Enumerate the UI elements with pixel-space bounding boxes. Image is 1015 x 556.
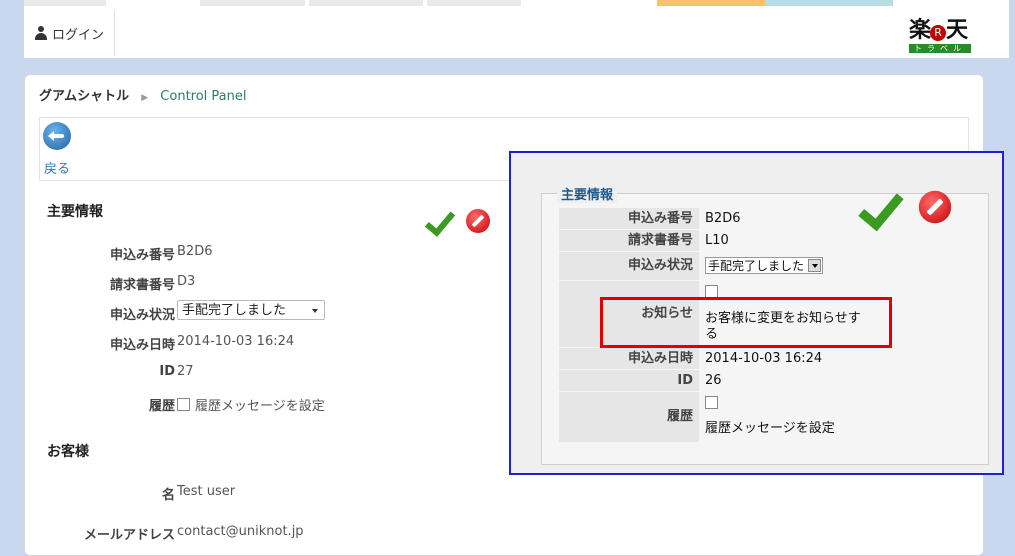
login-label: ログイン — [51, 27, 104, 43]
field-label: 申込み状況 — [109, 308, 175, 323]
login-button[interactable]: ログイン — [24, 10, 115, 56]
field-label: 申込み状況 — [559, 252, 699, 280]
status-select-value: 手配完了しました — [182, 303, 287, 318]
field-label: 請求書番号 — [559, 230, 699, 251]
breadcrumb-home[interactable]: グアムシャトル — [39, 89, 129, 104]
field-value: D3 — [177, 274, 196, 289]
field-value: 26 — [705, 373, 722, 388]
field-value: B2D6 — [177, 244, 213, 259]
field-row: 申込み状況 手配完了しました — [25, 300, 505, 324]
chevron-down-icon — [312, 309, 318, 313]
history-checkbox-wrap: 履歴メッセージを設定 — [177, 395, 325, 414]
logo-kanji-2: 天 — [946, 18, 968, 43]
status-select[interactable]: 手配完了しました — [177, 300, 325, 320]
fieldset-legend: 主要情報 — [557, 184, 618, 203]
user-icon — [34, 26, 48, 40]
field-row: 名 Test user — [25, 484, 505, 504]
field-row: メールアドレス contact@uniknot.jp — [25, 524, 505, 544]
nav-tab-5[interactable] — [657, 0, 765, 6]
breadcrumb: グアムシャトル ▶ Control Panel — [39, 85, 247, 104]
field-row: 履歴 履歴メッセージを設定 — [25, 395, 505, 415]
field-row: ID 27 — [25, 364, 505, 384]
accept-check-icon[interactable] — [425, 205, 455, 235]
field-label: 請求書番号 — [109, 278, 175, 293]
field-value: L10 — [705, 233, 729, 248]
field-label: ID — [159, 364, 175, 379]
history-checkbox-label: 履歴メッセージを設定 — [705, 421, 835, 436]
rakuten-travel-logo[interactable]: 楽R天 トラベル — [909, 12, 971, 53]
reject-icon[interactable] — [466, 209, 490, 233]
breadcrumb-separator-icon: ▶ — [141, 93, 149, 103]
field-value: 2014-10-03 16:24 — [177, 334, 295, 349]
nav-tab-strip — [24, 0, 1009, 6]
history-checkbox[interactable] — [177, 398, 190, 411]
top-header: ログイン 楽R天 トラベル — [24, 0, 1009, 58]
nav-tab-4[interactable] — [427, 0, 521, 6]
field-row: 申込み日時 2014-10-03 16:24 — [25, 334, 505, 354]
history-field: 履歴メッセージを設定 — [705, 396, 835, 437]
chevron-down-icon — [808, 259, 821, 272]
reject-icon[interactable] — [918, 190, 952, 224]
field-value: 2014-10-03 16:24 — [705, 351, 823, 366]
field-value: Test user — [177, 484, 236, 499]
history-checkbox-label: 履歴メッセージを設定 — [195, 399, 325, 414]
field-label: 申込み日時 — [109, 338, 175, 353]
field-value: 27 — [177, 364, 194, 379]
field-label: メールアドレス — [83, 528, 175, 543]
back-link[interactable]: 戻る — [44, 158, 70, 177]
field-row: 請求書番号 D3 — [25, 274, 505, 294]
nav-tab-3[interactable] — [309, 0, 423, 6]
field-label: 名 — [161, 488, 175, 503]
field-label: 申込み番号 — [559, 208, 699, 229]
field-row: 申込み番号 B2D6 — [25, 244, 505, 264]
history-checkbox[interactable] — [705, 396, 718, 409]
breadcrumb-current[interactable]: Control Panel — [160, 89, 246, 104]
nav-tab-2[interactable] — [200, 0, 305, 6]
field-value: contact@uniknot.jp — [177, 524, 304, 539]
nav-tab-1[interactable] — [24, 0, 106, 6]
field-label: 履歴 — [559, 392, 699, 442]
accept-check-icon[interactable] — [859, 184, 904, 229]
logo-r-badge: R — [930, 24, 947, 41]
logo-kanji-1: 楽 — [909, 18, 931, 43]
status-select-wrap: 手配完了しました — [705, 252, 823, 280]
logo-band: トラベル — [909, 44, 971, 53]
section-title-main-info: 主要情報 — [47, 204, 103, 220]
field-value: B2D6 — [705, 211, 741, 226]
field-label: 申込み番号 — [109, 248, 175, 263]
field-label: 履歴 — [148, 399, 175, 414]
back-arrow-icon[interactable] — [43, 122, 71, 150]
status-select[interactable]: 手配完了しました — [705, 257, 823, 274]
status-select-value: 手配完了しました — [708, 259, 805, 273]
field-label: 申込み日時 — [559, 348, 699, 369]
field-label: ID — [559, 370, 699, 391]
nav-tab-6[interactable] — [765, 0, 893, 6]
section-title-customer: お客様 — [47, 444, 89, 460]
highlight-box — [600, 297, 892, 348]
